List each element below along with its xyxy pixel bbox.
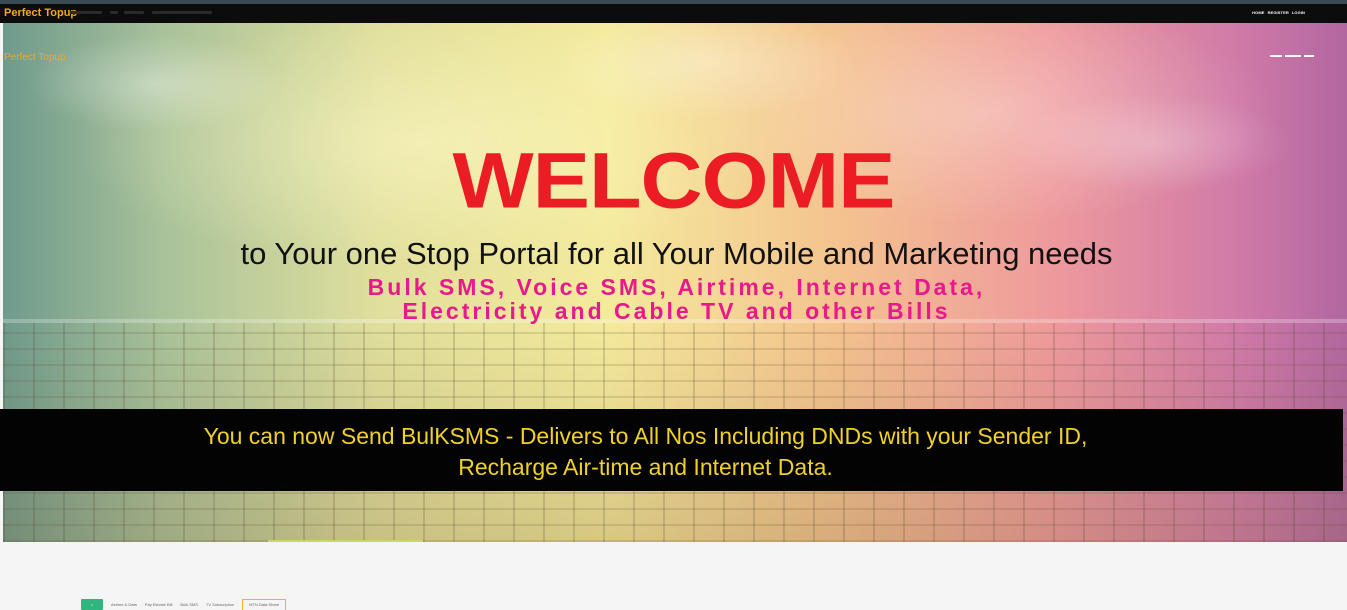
tab-electric-bill[interactable]: Pay Electric Bill	[145, 599, 173, 607]
welcome-heading: WELCOME	[452, 136, 895, 226]
faint-nav-link[interactable]	[152, 11, 212, 14]
hero-brand-link[interactable]: Perfect Topup	[4, 52, 66, 63]
hero-tagline: to Your one Stop Portal for all Your Mob…	[240, 236, 1113, 271]
promo-banner: You can now Send BulKSMS - Delivers to A…	[0, 409, 1343, 491]
faint-nav-link[interactable]	[124, 11, 144, 14]
brand-logo-link[interactable]: Perfect Topup	[4, 7, 77, 19]
services-line: Electricity and Cable TV and other Bills	[402, 298, 951, 324]
main-nav: HOME REGISTER LOGIN	[1252, 10, 1305, 15]
nav-login-link[interactable]: LOGIN	[1292, 10, 1305, 15]
faint-nav-link[interactable]	[110, 11, 118, 14]
services-list: Bulk SMS, Voice SMS, Airtime, Internet D…	[0, 275, 1347, 323]
service-tabs: ⌂ Airtime & Data Pay Electric Bill Bulk …	[81, 599, 287, 610]
tab-airtime-data[interactable]: Airtime & Data	[111, 599, 137, 607]
nav-home-link[interactable]: HOME	[1252, 10, 1264, 15]
tab-tv-subscription[interactable]: TV Subscription	[206, 599, 234, 607]
services-line: Bulk SMS, Voice SMS, Airtime, Internet D…	[367, 274, 986, 300]
tab-mtn-data-share[interactable]: MTN Data Share	[242, 599, 287, 610]
faint-nav-link[interactable]	[70, 11, 102, 14]
tab-bulk-sms[interactable]: Bulk SMS	[180, 599, 198, 607]
nav-register-link[interactable]: REGISTER	[1268, 10, 1289, 15]
top-navbar: Perfect Topup HOME REGISTER LOGIN	[0, 0, 1347, 23]
menu-toggle-icon[interactable]	[1270, 55, 1314, 57]
promo-line: Recharge Air-time and Internet Data.	[458, 454, 833, 480]
decorative-strip	[268, 540, 423, 542]
promo-line: You can now Send BulKSMS - Delivers to A…	[203, 423, 1088, 449]
tab-home-icon[interactable]: ⌂	[81, 599, 103, 610]
